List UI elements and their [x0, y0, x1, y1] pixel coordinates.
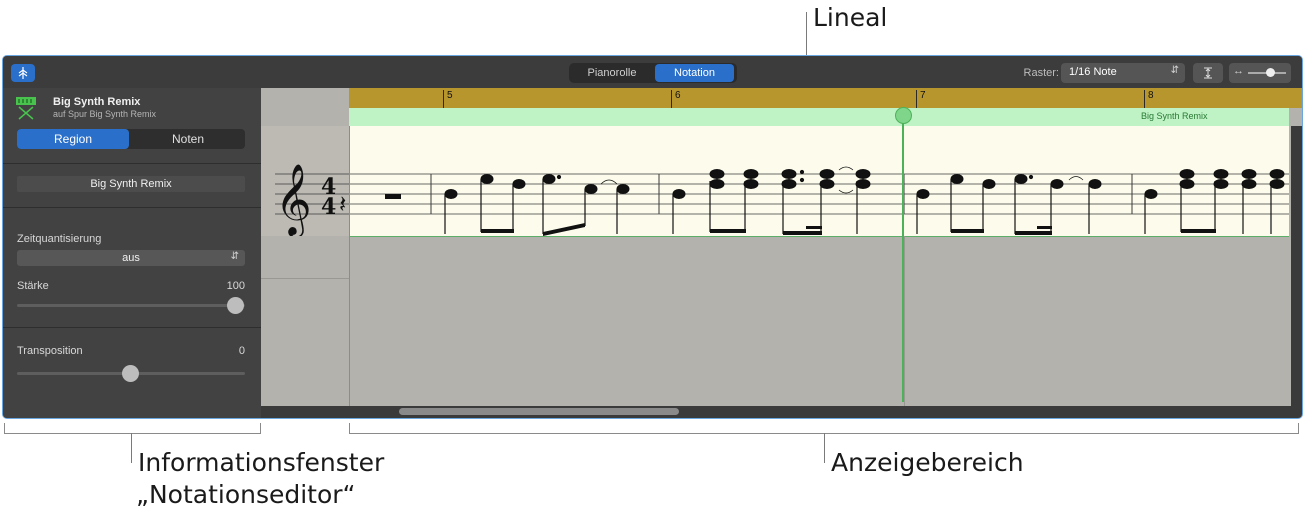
horizontal-zoom-icon: ↔ — [1233, 65, 1244, 77]
quantize-label: Zeitquantisierung — [17, 233, 102, 245]
display-area-callout-line — [824, 433, 825, 463]
zoom-slider-knob[interactable] — [1266, 68, 1275, 77]
ruler-bar-8 — [1144, 90, 1145, 108]
playhead-line[interactable] — [902, 114, 904, 402]
tab-pianorolle[interactable]: Pianorolle — [571, 64, 653, 82]
select-arrows-icon: ⇵ — [230, 251, 239, 262]
ruler-bar-5 — [443, 90, 444, 108]
lower-area-divider — [261, 278, 349, 279]
notation-staff: 𝄞 4 4 𝄽 — [275, 162, 1289, 236]
transpose-value: 0 — [238, 345, 245, 357]
velocity-slider-knob[interactable] — [227, 297, 244, 314]
tab-notation[interactable]: Notation — [655, 64, 734, 82]
fit-height-button[interactable] — [1193, 63, 1223, 83]
region-subtitle: auf Spur Big Synth Remix — [53, 109, 157, 119]
tab-region[interactable]: Region — [17, 129, 129, 149]
tab-noten[interactable]: Noten — [131, 129, 245, 149]
vertical-scrollbar[interactable] — [1291, 126, 1302, 406]
region-name-field[interactable]: Big Synth Remix — [17, 176, 245, 192]
playhead-handle[interactable] — [895, 107, 912, 124]
velocity-label: Stärke — [17, 280, 49, 292]
divider — [3, 163, 261, 164]
velocity-value: 100 — [226, 280, 245, 292]
bar-7-guide — [904, 236, 905, 408]
svg-text:𝄽: 𝄽 — [339, 190, 346, 218]
inspector-bracket — [4, 423, 261, 434]
select-arrows-icon: ⇵ — [1170, 65, 1179, 76]
toolbar: Pianorolle Notation Raster: 1/16 Note ⇵ … — [3, 56, 1302, 88]
notation-editor-window: Pianorolle Notation Raster: 1/16 Note ⇵ … — [2, 55, 1303, 419]
region-strip-label: Big Synth Remix — [1141, 111, 1208, 121]
ruler-bar-6 — [671, 90, 672, 108]
region-left-border — [349, 126, 350, 408]
horizontal-scrollbar-thumb[interactable] — [399, 408, 679, 415]
synth-track-icon — [15, 96, 37, 125]
transpose-label: Transposition — [17, 345, 83, 357]
ruler-bar-8-label: 8 — [1148, 90, 1154, 101]
transpose-slider-knob[interactable] — [122, 365, 139, 382]
ruler-bar-6-label: 6 — [675, 90, 681, 101]
callout-display-area: Anzeigebereich — [831, 448, 1024, 477]
grid-select[interactable]: 1/16 Note ⇵ — [1061, 63, 1185, 83]
callout-inspector-line1: Informationsfenster — [138, 448, 385, 477]
callout-ruler: Lineal — [813, 3, 888, 32]
quantize-select[interactable]: aus ⇵ — [17, 250, 245, 266]
callout-inspector-line2: „Notationseditor“ — [136, 480, 356, 509]
inspector-panel: Big Synth Remix auf Spur Big Synth Remix… — [3, 88, 261, 418]
ruler-bar-7-label: 7 — [920, 90, 926, 101]
quantize-value: aus — [122, 252, 140, 264]
display-area: 5 6 7 8 Big Synth Remix 𝄞 4 4 𝄽 — [261, 88, 1302, 418]
divider — [3, 207, 261, 208]
fit-height-icon — [1204, 67, 1212, 79]
grid-label: Raster: — [1023, 67, 1059, 79]
playhead-icon — [18, 67, 28, 79]
catch-playhead-button[interactable] — [11, 64, 35, 82]
velocity-slider-track[interactable] — [17, 304, 245, 307]
svg-text:𝄞: 𝄞 — [275, 162, 312, 236]
svg-text:4: 4 — [321, 194, 336, 220]
ruler-bar-7 — [916, 90, 917, 108]
region-title: Big Synth Remix — [53, 96, 141, 108]
divider — [3, 327, 261, 328]
inspector-callout-line — [131, 433, 132, 463]
region-name-value: Big Synth Remix — [90, 178, 172, 190]
ruler[interactable] — [349, 88, 1302, 108]
ruler-bar-5-label: 5 — [447, 90, 453, 101]
grid-select-value: 1/16 Note — [1069, 66, 1117, 78]
